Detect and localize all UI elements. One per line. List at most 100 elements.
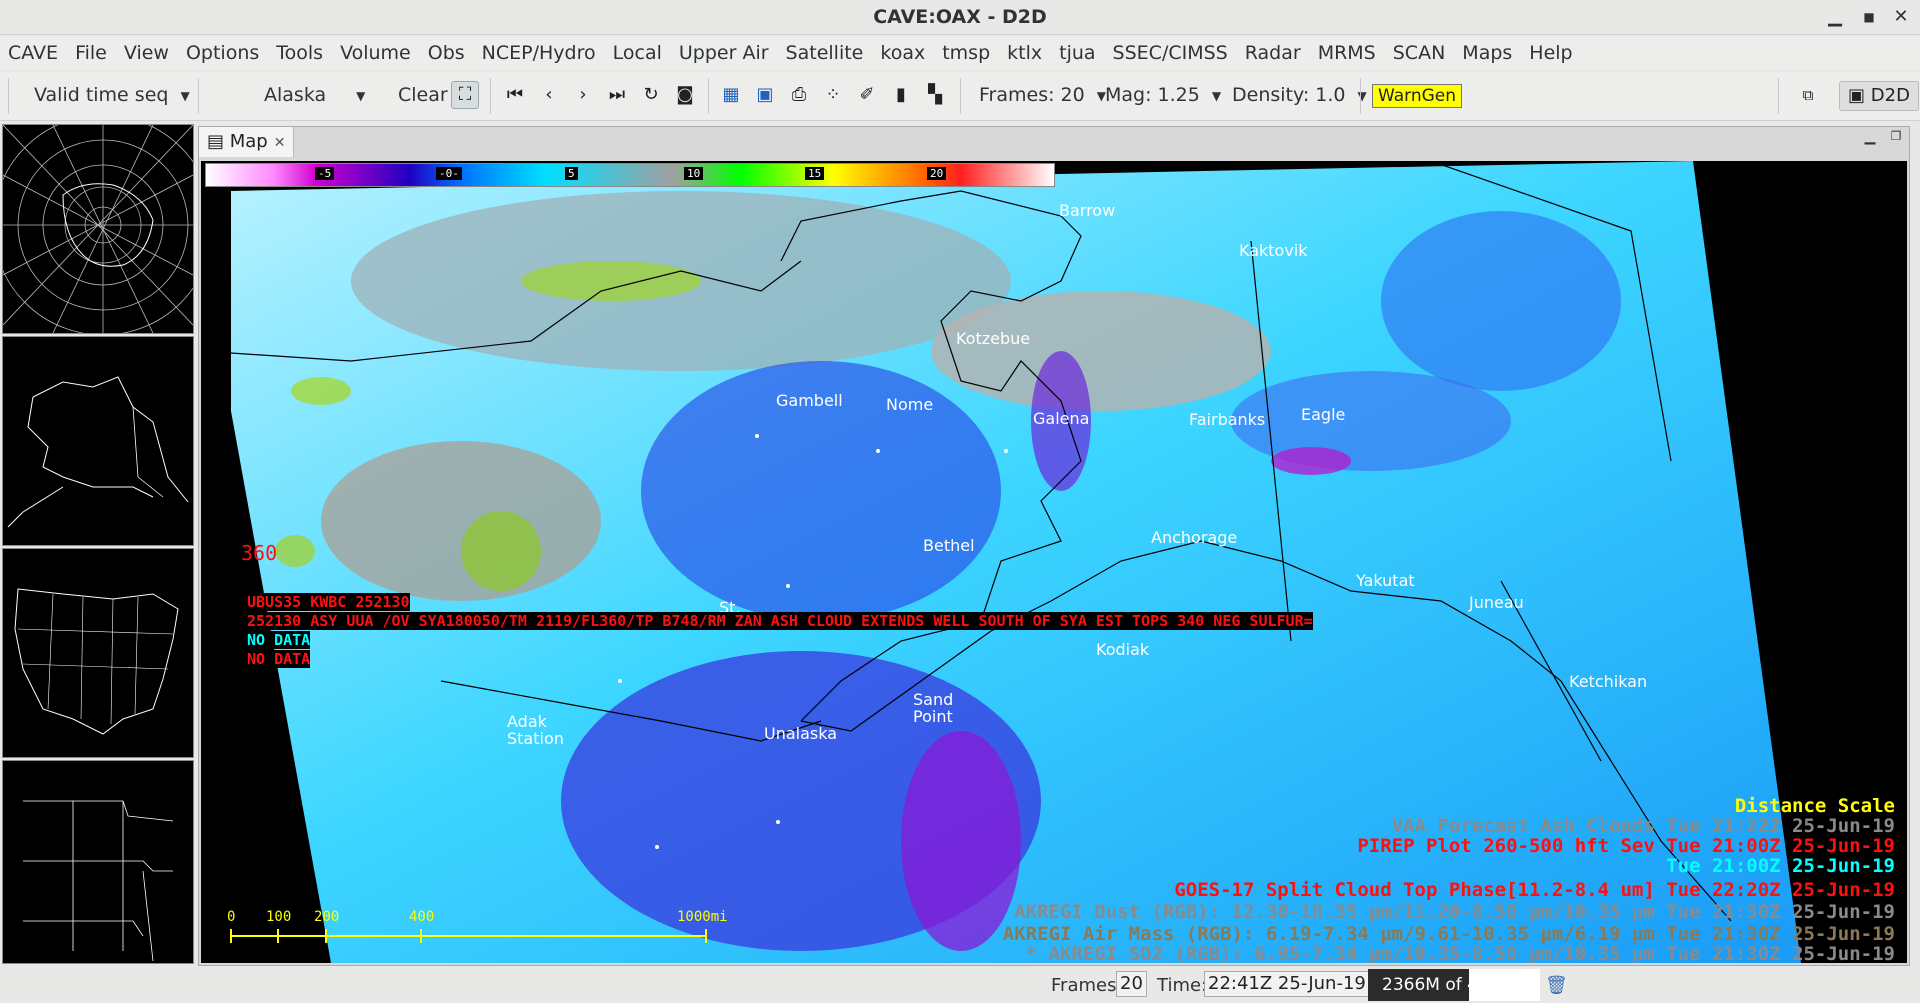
- pane-conus[interactable]: [2, 548, 194, 758]
- legend-dust: AKREGI Dust (RGB): 12.30-10.35 µm/11.20-…: [1014, 901, 1895, 923]
- memory-usage-text: 2366M of 4000M: [1382, 975, 1526, 995]
- maximize-icon[interactable]: ■: [1858, 10, 1880, 24]
- toolbar-separator: [708, 78, 709, 114]
- clear-button[interactable]: Clear: [398, 84, 448, 106]
- toolbar: Valid time seq ▼ Alaska ▼ Clear ⛶ ⏮ ‹ › ⏭ …: [0, 72, 1920, 121]
- menu-tmsp[interactable]: tmsp: [934, 36, 999, 70]
- tab-map[interactable]: ▤ Map ✕: [199, 127, 295, 157]
- print-icon[interactable]: ⎙: [786, 82, 812, 108]
- menu-radar[interactable]: Radar: [1237, 36, 1310, 70]
- menu-mrms[interactable]: MRMS: [1310, 36, 1385, 70]
- single-panel-icon[interactable]: ▮: [888, 82, 914, 108]
- mag-label: Mag: 1.25: [1105, 84, 1200, 106]
- frames-status-value: 20: [1116, 971, 1147, 997]
- step-forward-icon[interactable]: ›: [570, 82, 596, 108]
- scale-tick: 400: [409, 909, 435, 925]
- toolbar-separator: [198, 78, 199, 114]
- open-perspective-icon[interactable]: ⧉: [1795, 82, 1821, 108]
- chevron-down-icon: ▼: [1211, 88, 1222, 103]
- minimize-view-icon[interactable]: ▁: [1859, 129, 1881, 145]
- scale-tick: 1000mi: [677, 909, 728, 925]
- density-label: Density: 1.0: [1232, 84, 1346, 106]
- toolbar-separator: [1360, 78, 1361, 114]
- mag-dropdown[interactable]: Mag: 1.25 ▼: [1105, 84, 1221, 106]
- menu-options[interactable]: Options: [178, 36, 268, 70]
- city-label-ketchikan: Ketchikan: [1569, 672, 1648, 691]
- pan-icon[interactable]: ✐: [854, 82, 880, 108]
- frames-dropdown[interactable]: Frames: 20 ▼: [979, 84, 1106, 106]
- legend-text: VAA Forecast Ash Clouds Tue 21:22Z 25-Ju…: [1391, 815, 1895, 837]
- city-label-nome: Nome: [886, 395, 934, 414]
- density-dropdown[interactable]: Density: 1.0 ▼: [1232, 84, 1367, 106]
- chevron-down-icon: ▼: [356, 88, 366, 103]
- minimize-icon[interactable]: ▁: [1824, 6, 1846, 27]
- menu-help[interactable]: Help: [1521, 36, 1581, 70]
- menu-tjua[interactable]: tjua: [1051, 36, 1104, 70]
- regional-counties-map: [23, 800, 174, 962]
- close-icon[interactable]: ✕: [1890, 6, 1912, 27]
- step-back-icon[interactable]: ‹: [536, 82, 562, 108]
- chevron-down-icon: ▼: [1357, 88, 1367, 103]
- menu-koax[interactable]: koax: [872, 36, 934, 70]
- pane-northern-hemisphere[interactable]: [2, 124, 194, 334]
- menu-scan[interactable]: SCAN: [1385, 36, 1455, 70]
- maximize-view-icon[interactable]: ❐: [1885, 129, 1907, 143]
- memory-usage-bar[interactable]: 2366M of 4000M: [1368, 969, 1540, 1001]
- warngen-button[interactable]: WarnGen: [1372, 84, 1463, 108]
- colorbar-tick: 15: [805, 167, 825, 180]
- four-panel-icon[interactable]: ▚: [922, 82, 948, 108]
- trash-icon[interactable]: 🗑: [1545, 975, 1568, 996]
- menu-ssec-cimss[interactable]: SSEC/CIMSS: [1105, 36, 1237, 70]
- toolbar-separator: [960, 78, 961, 114]
- loop-icon[interactable]: ↻: [638, 82, 664, 108]
- d2d-perspective-button[interactable]: ▣ D2D: [1839, 81, 1919, 111]
- pane-alaska[interactable]: [2, 336, 194, 546]
- conus-states-map: [14, 588, 179, 735]
- time-mode-dropdown[interactable]: Valid time seq ▼: [34, 84, 190, 106]
- pirep-report: 252130 ASY UUA /OV SYA180050/TM 2119/FL3…: [247, 612, 1313, 630]
- area-label: Alaska: [264, 84, 327, 106]
- pane-regional[interactable]: [2, 760, 194, 964]
- menu-file[interactable]: File: [67, 36, 116, 70]
- frames-status-label: Frames:: [1051, 975, 1123, 996]
- city-label-unalaska: Unalaska: [764, 724, 838, 743]
- menu-ktlx[interactable]: ktlx: [999, 36, 1051, 70]
- area-dropdown[interactable]: Alaska ▼: [264, 84, 365, 106]
- toolbar-separator: [1778, 78, 1779, 114]
- first-frame-icon[interactable]: ⏮: [502, 82, 528, 108]
- fit-to-screen-icon[interactable]: ⛶: [451, 81, 479, 109]
- loop-properties-icon[interactable]: ◙: [672, 82, 698, 108]
- map-canvas[interactable]: -5 -0- 5 10 15 20 Barrow Kaktovik Kotzeb…: [201, 161, 1907, 963]
- polar-grid-map: [3, 125, 193, 333]
- menu-volume[interactable]: Volume: [332, 36, 420, 70]
- city-label-yakutat: Yakutat: [1356, 571, 1415, 590]
- menu-obs[interactable]: Obs: [420, 36, 474, 70]
- monitor-icon: ▣: [1848, 85, 1866, 106]
- menu-satellite[interactable]: Satellite: [778, 36, 873, 70]
- close-tab-icon[interactable]: ✕: [274, 135, 286, 151]
- map-editor: ▤ Map ✕ ▁ ❐ -5 -0- 5 10 15 20 Barrow Kak…: [198, 126, 1910, 966]
- menu-tools[interactable]: Tools: [268, 36, 332, 70]
- legend-distance-scale: Distance Scale: [1735, 795, 1895, 817]
- colorbar-tick: 5: [565, 167, 578, 180]
- sample-icon[interactable]: ⁘: [820, 82, 846, 108]
- menu-cave[interactable]: CAVE: [0, 36, 67, 70]
- menu-bar: CAVE File View Options Tools Volume Obs …: [0, 36, 1920, 70]
- image-properties-icon[interactable]: ▦: [718, 82, 744, 108]
- menu-maps[interactable]: Maps: [1454, 36, 1521, 70]
- colorbar-tick: 10: [684, 167, 704, 180]
- legend-pirep: PIREP Plot 260-500 hft Sev Tue 21:00Z 25…: [1357, 835, 1895, 857]
- city-label-kotzebue: Kotzebue: [956, 329, 1031, 348]
- time-mode-label: Valid time seq: [34, 84, 169, 106]
- menu-upper-air[interactable]: Upper Air: [671, 36, 778, 70]
- menu-ncep-hydro[interactable]: NCEP/Hydro: [474, 36, 605, 70]
- city-label-barrow: Barrow: [1059, 201, 1116, 220]
- alaska-outline-map: [7, 376, 189, 528]
- image-combine-icon[interactable]: ▣: [752, 82, 778, 108]
- legend-text: * AKREGI SO2 (RGB): 6.95-7.34 µm/10.35-8…: [1025, 943, 1895, 963]
- window-title: CAVE:OAX - D2D: [873, 6, 1047, 28]
- menu-view[interactable]: View: [116, 36, 178, 70]
- last-frame-icon[interactable]: ⏭: [604, 82, 630, 108]
- legend-text: Distance Scale: [1734, 795, 1895, 817]
- menu-local[interactable]: Local: [605, 36, 671, 70]
